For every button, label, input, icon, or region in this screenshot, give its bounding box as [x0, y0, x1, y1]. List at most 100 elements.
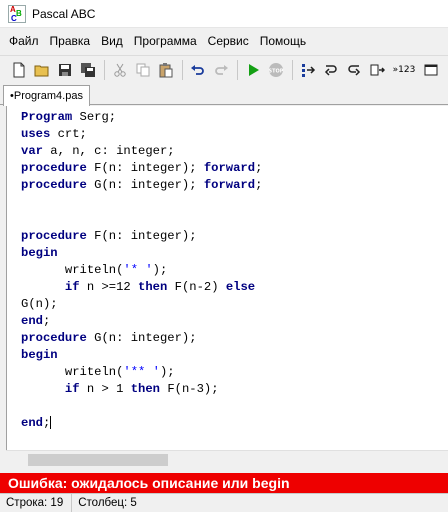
code-line[interactable]: G(n);: [21, 296, 262, 313]
new-file-icon[interactable]: [8, 59, 30, 81]
code-line[interactable]: procedure F(n: integer);: [21, 228, 262, 245]
column-label: Столбец: 5: [78, 497, 137, 509]
code-token: ;: [255, 178, 263, 192]
code-token: F(n-2): [167, 280, 226, 294]
code-token: G(n: integer);: [86, 178, 204, 192]
code-token: writeln(: [21, 365, 124, 379]
title-bar: ABC Pascal ABC: [0, 0, 448, 28]
code-token: );: [159, 365, 175, 379]
tab-label: •Program4.pas: [10, 90, 83, 102]
error-text: Ошибка: ожидалось описание или begin: [8, 475, 290, 491]
code-token: F(n-3);: [160, 382, 219, 396]
code-token: G(n);: [21, 297, 58, 311]
run-icon[interactable]: [242, 59, 264, 81]
menu-service[interactable]: Сервис: [208, 34, 249, 48]
toolbar-separator: [104, 59, 105, 80]
copy-icon[interactable]: [132, 59, 154, 81]
code-line[interactable]: Program Serg;: [21, 109, 262, 126]
scrollbar-thumb[interactable]: [28, 454, 168, 466]
code-editor[interactable]: Program Serg; uses crt; var a, n, c: integ…: [6, 106, 448, 450]
tab-program4[interactable]: •Program4.pas: [3, 85, 90, 106]
code-line[interactable]: procedure G(n: integer);: [21, 330, 262, 347]
redo-icon[interactable]: [210, 59, 232, 81]
menu-file[interactable]: Файл: [9, 34, 39, 48]
code-line[interactable]: [21, 211, 262, 228]
toolbar-separator: [182, 59, 183, 80]
code-token: writeln(: [21, 263, 124, 277]
code-token: G(n: integer);: [86, 331, 197, 345]
string-token: '** ': [123, 365, 160, 379]
row-label: Строка: 19: [6, 497, 64, 509]
step-out-icon[interactable]: [343, 59, 365, 81]
tab-bar: •Program4.pas: [0, 83, 448, 106]
code-token: ;: [42, 314, 51, 328]
menu-view[interactable]: Вид: [101, 34, 123, 48]
open-folder-icon[interactable]: [31, 59, 53, 81]
keyword-token: procedure: [21, 161, 87, 175]
code-line[interactable]: procedure F(n: integer); forward;: [21, 160, 262, 177]
code-token: );: [152, 263, 168, 277]
code-line[interactable]: if n >=12 then F(n-2) else: [21, 279, 262, 296]
output-window-icon[interactable]: [420, 59, 442, 81]
keyword-token: begin: [21, 348, 58, 362]
string-token: '* ': [123, 263, 153, 277]
run-to-cursor-icon[interactable]: [366, 59, 388, 81]
save-icon[interactable]: [54, 59, 76, 81]
code-line[interactable]: uses crt;: [21, 126, 262, 143]
code-token: F(n: integer);: [86, 229, 197, 243]
keyword-token: var: [21, 144, 43, 158]
code-token: n >=12: [79, 280, 139, 294]
menu-program[interactable]: Программа: [134, 34, 197, 48]
keyword-token: if: [64, 382, 80, 396]
toolbar-separator: [292, 59, 293, 80]
undo-icon[interactable]: [187, 59, 209, 81]
code-line[interactable]: end;: [21, 415, 262, 432]
code-line[interactable]: begin: [21, 245, 262, 262]
code-line[interactable]: if n > 1 then F(n-3);: [21, 381, 262, 398]
status-bar: Строка: 19 Столбец: 5: [0, 493, 448, 512]
stop-icon[interactable]: STOP: [265, 59, 287, 81]
code-token: n > 1: [79, 382, 131, 396]
text-caret: [50, 416, 52, 430]
code-token: ;: [255, 161, 263, 175]
save-all-icon[interactable]: [77, 59, 99, 81]
code-line[interactable]: end;: [21, 313, 262, 330]
menu-edit[interactable]: Правка: [50, 34, 91, 48]
code-line[interactable]: [21, 194, 262, 211]
code-token: crt;: [50, 127, 87, 141]
keyword-token: if: [64, 280, 80, 294]
paste-icon[interactable]: [155, 59, 177, 81]
keyword-token: procedure: [21, 229, 87, 243]
code-line[interactable]: writeln('* ');: [21, 262, 262, 279]
window-title: Pascal ABC: [32, 6, 96, 21]
keyword-token: end: [21, 314, 43, 328]
code-line[interactable]: begin: [21, 347, 262, 364]
cut-icon[interactable]: [109, 59, 131, 81]
error-message-bar: Ошибка: ожидалось описание или begin: [0, 473, 448, 493]
status-row: Строка: 19: [0, 494, 73, 512]
keyword-token: then: [138, 280, 168, 294]
step-over-icon[interactable]: [297, 59, 319, 81]
keyword-token: procedure: [21, 178, 87, 192]
horizontal-scrollbar[interactable]: [6, 450, 448, 468]
code-line[interactable]: writeln('** ');: [21, 364, 262, 381]
code-token: a, n, c: integer;: [42, 144, 175, 158]
code-line[interactable]: [21, 398, 262, 415]
svg-text:STOP: STOP: [269, 68, 284, 74]
code-text[interactable]: Program Serg; uses crt; var a, n, c: integ…: [21, 109, 262, 432]
step-counter-label: »123: [392, 64, 416, 75]
code-line[interactable]: procedure G(n: integer); forward;: [21, 177, 262, 194]
status-column: Столбец: 5: [72, 494, 145, 512]
toolbar-separator: [237, 59, 238, 80]
menu-help[interactable]: Помощь: [260, 34, 306, 48]
code-token: ;: [42, 416, 51, 430]
code-token: Serg;: [72, 110, 117, 124]
keyword-token: forward: [203, 161, 256, 175]
code-line[interactable]: var a, n, c: integer;: [21, 143, 262, 160]
step-counter-button[interactable]: »123: [389, 59, 419, 81]
keyword-token: end: [21, 416, 43, 430]
step-into-icon[interactable]: [320, 59, 342, 81]
pascal-abc-icon: ABC: [8, 4, 26, 23]
